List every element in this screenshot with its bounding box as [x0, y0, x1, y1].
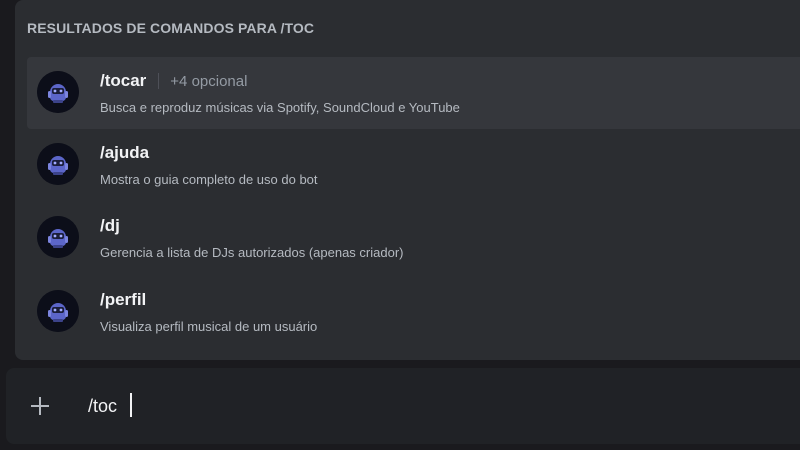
plus-icon [31, 397, 49, 415]
command-name: /tocar [100, 71, 147, 90]
chat-view: RESULTADOS DE COMANDOS PARA /TOC /tocar [0, 0, 800, 450]
command-name-row: /ajuda [100, 141, 149, 165]
command-options-count: +4 opcional [170, 72, 248, 90]
bot-avatar-icon [37, 216, 79, 258]
command-description: Busca e reproduz músicas via Spotify, So… [100, 100, 460, 115]
autocomplete-header: RESULTADOS DE COMANDOS PARA /TOC [27, 20, 315, 36]
message-input[interactable] [88, 392, 778, 420]
text-caret [130, 393, 132, 417]
command-item-dj[interactable]: /dj Gerencia a lista de DJs autorizados … [27, 202, 800, 274]
command-item-perfil[interactable]: /perfil Visualiza perfil musical de um u… [27, 276, 800, 348]
bot-avatar-icon [37, 71, 79, 113]
command-name-row: /perfil [100, 288, 146, 312]
command-name: /perfil [100, 290, 147, 309]
command-description: Gerencia a lista de DJs autorizados (ape… [100, 245, 404, 260]
bot-avatar-icon [37, 143, 79, 185]
command-item-tocar[interactable]: /tocar +4 opcional Busca e reproduz músi… [27, 57, 800, 129]
command-name: /ajuda [100, 143, 150, 162]
command-item-ajuda[interactable]: /ajuda Mostra o guia completo de uso do … [27, 129, 800, 201]
options-divider [158, 73, 160, 89]
command-name-row: /tocar +4 opcional [100, 69, 247, 93]
command-autocomplete-popup: RESULTADOS DE COMANDOS PARA /TOC /tocar [15, 0, 800, 360]
command-name: /dj [100, 216, 120, 235]
command-name-row: /dj [100, 214, 120, 238]
command-description: Mostra o guia completo de uso do bot [100, 172, 318, 187]
bot-avatar-icon [37, 290, 79, 332]
command-description: Visualiza perfil musical de um usuário [100, 319, 318, 334]
add-attachment-button[interactable] [24, 390, 56, 422]
message-composer [6, 368, 800, 444]
